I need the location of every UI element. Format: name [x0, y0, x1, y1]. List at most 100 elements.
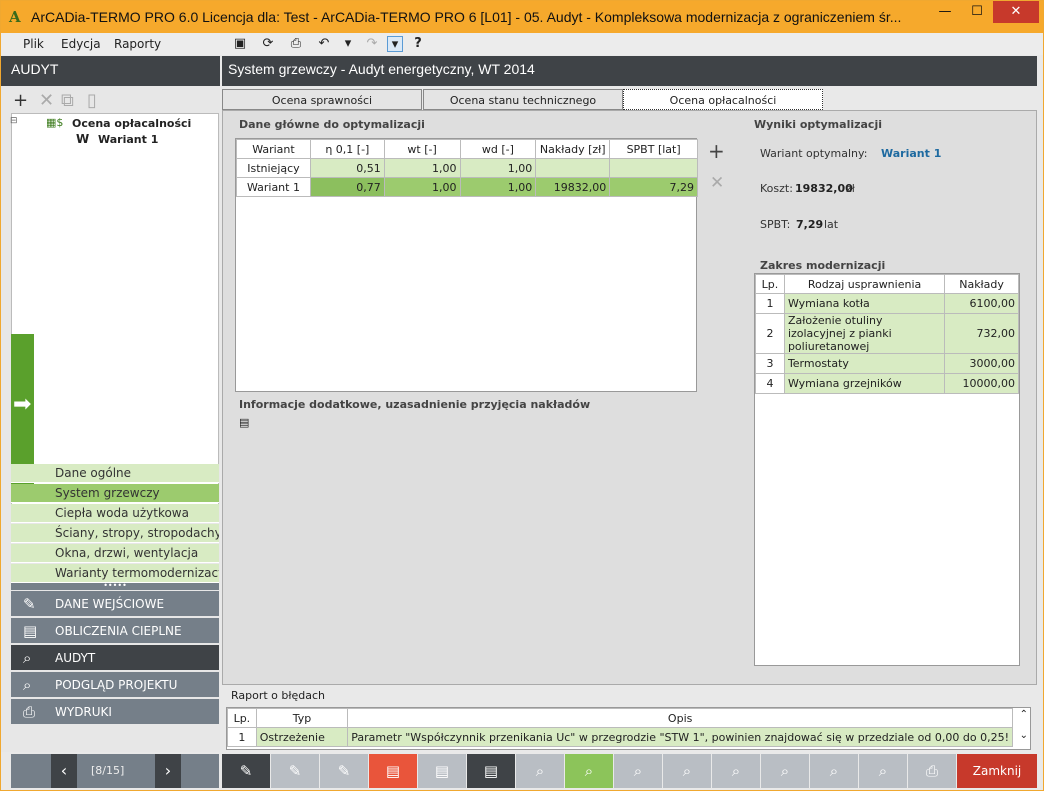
nav-label: DANE WEJŚCIOWE: [55, 597, 165, 611]
cell[interactable]: 732,00: [944, 313, 1019, 354]
menu-edycja[interactable]: Edycja: [61, 37, 101, 51]
tree-node-wariant1[interactable]: Wariant 1: [98, 133, 158, 146]
audit5-icon[interactable]: ⌕: [712, 754, 760, 788]
undo-icon[interactable]: ↶: [316, 36, 332, 52]
scroll-up-icon[interactable]: ⌃: [1020, 709, 1028, 720]
calc-red-icon[interactable]: ▤: [369, 754, 417, 788]
scroll-down-icon[interactable]: ⌄: [1020, 730, 1028, 741]
close-button[interactable]: ✕: [993, 1, 1039, 23]
note-icon[interactable]: ▤: [239, 416, 249, 429]
col-header: Wariant: [236, 139, 311, 159]
menu-raporty[interactable]: Raporty: [114, 37, 161, 51]
menu-plik[interactable]: Plik: [23, 37, 44, 51]
app-window: A ArCADia-TERMO PRO 6.0 Licencja dla: Te…: [0, 0, 1044, 791]
nav-obliczenia[interactable]: ▤ OBLICZENIA CIEPLNE: [11, 618, 219, 644]
preview-icon[interactable]: ⎙: [288, 36, 304, 52]
error-grid[interactable]: Lp. Typ Opis 1 Ostrzeżenie Parametr "Wsp…: [226, 707, 1031, 750]
cell[interactable]: 10000,00: [944, 373, 1019, 394]
cell[interactable]: Wymiana grzejników: [783, 373, 946, 394]
subnav-ciepla-woda[interactable]: Ciepła woda użytkowa: [11, 504, 219, 523]
cell[interactable]: Wymiana kotła: [783, 293, 946, 314]
title-bar: A ArCADia-TERMO PRO 6.0 Licencja dla: Te…: [1, 1, 1043, 33]
col-header: Lp.: [755, 274, 785, 294]
optimization-grid[interactable]: Wariant η 0,1 [-] wt [-] wd [-] Nakłady …: [235, 138, 698, 392]
cell[interactable]: 1,00: [459, 177, 537, 197]
paste-icon[interactable]: ▯: [87, 90, 97, 111]
cell[interactable]: Termostaty: [783, 353, 946, 374]
preview-icon[interactable]: ⌕: [810, 754, 858, 788]
page-counter: [8/15]: [91, 764, 125, 777]
zakres-grid[interactable]: Lp. Rodzaj usprawnienia Nakłady 1 Wymian…: [754, 273, 1020, 666]
koszt-value: 19832,00: [795, 182, 853, 195]
add-icon[interactable]: +: [13, 90, 28, 111]
preview-doc-icon: ⌕: [23, 676, 32, 694]
cell[interactable]: 0,51: [309, 158, 385, 178]
table-row[interactable]: 4 Wymiana grzejników 10000,00: [755, 373, 1019, 394]
subnav-okna[interactable]: Okna, drzwi, wentylacja: [11, 544, 219, 563]
col-header: Nakłady: [944, 274, 1019, 294]
undo-dropdown-icon[interactable]: ▾: [340, 36, 356, 52]
cell: 4: [755, 373, 785, 394]
edit-doc3-icon[interactable]: ✎: [320, 754, 368, 788]
next-page-button[interactable]: ›: [155, 754, 181, 788]
col-header: wt [-]: [383, 139, 461, 159]
table-row[interactable]: Wariant 1 0,77 1,00 1,00 19832,00 7,29: [236, 177, 698, 197]
cell[interactable]: [535, 158, 611, 178]
audit4-icon[interactable]: ⌕: [663, 754, 711, 788]
preview2-icon[interactable]: ⌕: [859, 754, 907, 788]
splitter-handle[interactable]: •••••: [11, 582, 219, 590]
calc3-icon[interactable]: ▤: [467, 754, 515, 788]
audit6-icon[interactable]: ⌕: [761, 754, 809, 788]
redo-icon[interactable]: ↷: [364, 36, 380, 52]
edit-doc-icon[interactable]: ✎: [222, 754, 270, 788]
cell[interactable]: 3000,00: [944, 353, 1019, 374]
nav-podglad[interactable]: ⌕ PODGLĄD PROJEKTU: [11, 672, 219, 698]
table-row[interactable]: 1 Ostrzeżenie Parametr "Współczynnik prz…: [227, 727, 1013, 747]
tab-ocena-sprawnosci[interactable]: Ocena sprawności: [222, 89, 422, 110]
subnav-sciany[interactable]: Ściany, stropy, stropodachy: [11, 524, 219, 543]
prev-page-button[interactable]: ‹: [51, 754, 77, 788]
calc2-icon[interactable]: ▤: [418, 754, 466, 788]
close-app-button[interactable]: Zamknij: [957, 754, 1037, 788]
cut-icon[interactable]: ⧉: [61, 90, 74, 111]
subnav-dane-ogolne[interactable]: Dane ogólne: [11, 464, 219, 483]
subnav-system-grzewczy[interactable]: System grzewczy: [11, 484, 219, 503]
maximize-button[interactable]: ☐: [961, 1, 993, 23]
delete-icon[interactable]: ✕: [39, 90, 54, 111]
tree-node-ocena[interactable]: Ocena opłacalności: [72, 117, 191, 130]
audit-green-icon[interactable]: ⌕: [565, 754, 613, 788]
minimize-button[interactable]: —: [929, 1, 961, 23]
table-row[interactable]: 1 Wymiana kotła 6100,00: [755, 293, 1019, 314]
page-navigator: ‹ [8/15] ›: [11, 754, 219, 788]
redo-dropdown-icon[interactable]: ▾: [387, 36, 403, 52]
edit-doc2-icon[interactable]: ✎: [271, 754, 319, 788]
table-row[interactable]: 3 Termostaty 3000,00: [755, 353, 1019, 374]
tab-ocena-oplacalnosci[interactable]: Ocena opłacalności: [623, 89, 823, 110]
audit3-icon[interactable]: ⌕: [614, 754, 662, 788]
nav-audyt[interactable]: ⌕ AUDYT: [11, 645, 219, 671]
cell[interactable]: 1,00: [459, 158, 537, 178]
save-icon[interactable]: ▣: [232, 36, 248, 52]
cell[interactable]: 19832,00: [535, 177, 611, 197]
refresh-icon[interactable]: ⟳: [260, 36, 276, 52]
tree-collapse-icon[interactable]: ⊟: [10, 116, 18, 126]
table-row[interactable]: Istniejący 0,51 1,00 1,00: [236, 158, 698, 178]
printer-icon[interactable]: ⎙: [908, 754, 956, 788]
cell[interactable]: 7,29: [609, 177, 698, 197]
help-icon[interactable]: ?: [410, 36, 426, 52]
remove-variant-icon[interactable]: ✕: [710, 173, 724, 193]
nav-wydruki[interactable]: ⎙ WYDRUKI: [11, 699, 219, 725]
cell[interactable]: [609, 158, 698, 178]
nav-dane-wejsciowe[interactable]: ✎ DANE WEJŚCIOWE: [11, 591, 219, 617]
cell[interactable]: 1,00: [383, 158, 461, 178]
printer-icon: ⎙: [23, 703, 36, 721]
cell[interactable]: 6100,00: [944, 293, 1019, 314]
add-variant-icon[interactable]: +: [708, 139, 725, 163]
cell[interactable]: 0,77: [309, 177, 385, 197]
cell[interactable]: 1,00: [383, 177, 461, 197]
audit-icon[interactable]: ⌕: [516, 754, 564, 788]
tab-ocena-stanu[interactable]: Ocena stanu technicznego: [423, 89, 623, 110]
cell[interactable]: Założenie otuliny izolacyjnej z pianki p…: [783, 313, 946, 354]
table-row[interactable]: 2 Założenie otuliny izolacyjnej z pianki…: [755, 313, 1019, 354]
collapse-tab[interactable]: ➡: [11, 334, 34, 484]
